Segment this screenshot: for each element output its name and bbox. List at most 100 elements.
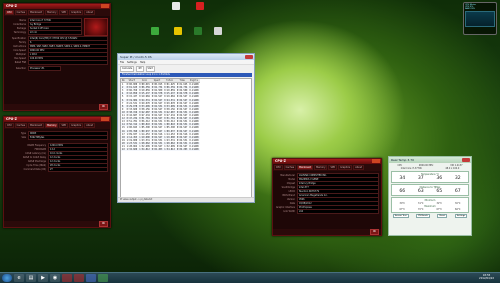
cpuz-mainboard-window[interactable]: CPU-Z CPU Caches Mainboard Memory SPD Gr… [272, 158, 382, 236]
window-footer: OK [4, 104, 110, 110]
ok-button[interactable]: OK [369, 229, 379, 235]
calculate-button[interactable]: Calculate [120, 66, 135, 72]
core-2-temp: 36 [436, 176, 443, 181]
tab-caches[interactable]: Caches [283, 165, 297, 170]
folder-icon[interactable]: ▤ [26, 274, 36, 282]
cpu-meter-gadget[interactable]: CPU Meter CPU 3% RAM 23% [463, 2, 497, 35]
column-header[interactable]: Digits [188, 79, 200, 84]
tab-cpu[interactable]: CPU [5, 10, 14, 15]
close-icon[interactable] [245, 55, 253, 59]
tab-about[interactable]: About [84, 10, 96, 15]
cpu-info-panel: Name Intel Core i7 3770K Code Name Ivy Bri… [4, 16, 110, 72]
core-1-temp: 37 [417, 176, 424, 181]
minmax-group: Minimum 30°C 31°C 32°C 30°C Maximum 67°C… [391, 197, 469, 213]
close-icon[interactable] [372, 159, 380, 163]
cpuz-taskbar-icon[interactable] [62, 274, 72, 282]
menu-file[interactable]: File [120, 61, 124, 64]
tab-graphics[interactable]: Graphics [338, 165, 353, 170]
tab-bar: CPU Caches Mainboard Memory SPD Graphics… [273, 164, 381, 171]
window-titlebar[interactable]: Super PI / mod1.5 XS [118, 54, 254, 60]
tab-cpu[interactable]: CPU [5, 123, 14, 128]
tab-spd[interactable]: SPD [59, 123, 69, 128]
app-icon [174, 27, 182, 35]
chrome-icon[interactable]: ◉ [50, 274, 60, 282]
xs-bench-button[interactable]: XS Bench [416, 214, 430, 218]
tab-about[interactable]: About [353, 165, 365, 170]
desktop-icon-6[interactable] [208, 27, 228, 35]
document-icon [172, 2, 180, 10]
taskbar: e ▤ ▶ ◉ 18:55 2012/04/22 [0, 272, 500, 283]
loop-table: No Start Calc Spent Total Time Digits 1 0:00.00… [121, 79, 200, 152]
start-button[interactable]: Start [145, 66, 155, 72]
tab-mainboard[interactable]: Mainboard [28, 123, 45, 128]
table-cell: 1:32.609 [125, 148, 139, 152]
processor-select[interactable]: Processor #1 [28, 65, 61, 71]
window-titlebar[interactable]: CPU-Z [4, 4, 110, 9]
superpi-window[interactable]: Super PI / mod1.5 XS File Settings Help … [117, 53, 255, 203]
window-footer: OK [4, 221, 110, 227]
ok-button[interactable]: OK [98, 221, 108, 227]
ok-button[interactable]: OK [98, 104, 108, 110]
app-icon [214, 27, 222, 35]
core-3-temp: 32 [454, 176, 461, 181]
table-cell: 22 [121, 148, 126, 152]
menu-settings[interactable]: Settings [127, 61, 137, 64]
tab-mainboard[interactable]: Mainboard [28, 10, 45, 15]
ie-icon[interactable]: e [14, 274, 24, 282]
tab-cpu[interactable]: CPU [274, 165, 283, 170]
desktop-icon-5[interactable] [188, 27, 208, 35]
tab-about[interactable]: About [84, 123, 96, 128]
tab-caches[interactable]: Caches [14, 123, 28, 128]
reset-button[interactable]: Reset [437, 214, 448, 218]
cpuz-cpu-window[interactable]: CPU-Z CPU Caches Mainboard Memory SPD Gr… [3, 3, 111, 111]
media-player-icon[interactable]: ▶ [38, 274, 48, 282]
tab-caches[interactable]: Caches [14, 10, 28, 15]
tab-spd[interactable]: SPD [59, 10, 69, 15]
window-titlebar[interactable]: CPU-Z [273, 159, 381, 164]
app-icon [196, 2, 204, 10]
superpi-taskbar-icon[interactable] [86, 274, 96, 282]
core-0-temp: 34 [399, 176, 406, 181]
system-clock[interactable]: 18:55 2012/04/22 [479, 274, 494, 281]
tab-memory[interactable]: Memory [314, 165, 328, 170]
settings-button[interactable]: Settings [454, 214, 468, 218]
table-cell: 1:34.812 [138, 148, 151, 152]
app-icon [151, 27, 159, 35]
distance-group: Distance to TJMax 66 63 65 67 [391, 184, 469, 196]
sensor-test-button[interactable]: Sensor Test [392, 214, 409, 218]
tab-memory[interactable]: Memory [45, 123, 59, 128]
window-titlebar[interactable]: Real Temp 3.70 [389, 157, 471, 163]
digits-select[interactable]: 4M [136, 66, 144, 72]
close-icon[interactable] [101, 117, 109, 121]
menu-help[interactable]: Help [140, 61, 145, 64]
table-cell: 0:02.203 [175, 148, 189, 152]
memory-info-panel: Type DDR3 Size 8192 MBytes DRAM Frequency 1… [4, 129, 110, 173]
realtemp-window[interactable]: Real Temp 3.70 CPU 4800.00 MHz VID 1.413… [388, 156, 472, 236]
desktop-icon-2[interactable] [190, 2, 210, 10]
close-icon[interactable] [462, 158, 470, 162]
rog-logo-icon [84, 18, 108, 36]
realtemp-taskbar-icon[interactable] [98, 274, 108, 282]
tab-graphics[interactable]: Graphics [69, 10, 84, 15]
table-row: 22 1:32.609 1:34.812 0:02.203 1:34.812 0:02.2… [121, 148, 200, 152]
tab-mainboard[interactable]: Mainboard [297, 165, 314, 170]
tab-spd[interactable]: SPD [328, 165, 338, 170]
tab-bar: CPU Caches Mainboard Memory SPD Graphics… [4, 9, 110, 16]
mainboard-info-panel: Manufacturer ASUSTeK COMPUTER INC. Model M… [273, 171, 381, 215]
cpuz-taskbar-icon-2[interactable] [74, 274, 84, 282]
tab-graphics[interactable]: Graphics [69, 123, 84, 128]
tab-memory[interactable]: Memory [45, 10, 59, 15]
desktop-icon-4[interactable] [168, 27, 188, 35]
start-button-icon[interactable] [2, 274, 12, 282]
loop-table-container: No Start Calc Spent Total Time Digits 1 0:00.00… [120, 78, 252, 198]
desktop-icon-1[interactable] [166, 2, 186, 10]
table-cell: 1:34.812 [163, 148, 176, 152]
desktop-icon-3[interactable] [145, 27, 165, 35]
close-icon[interactable] [101, 4, 109, 8]
window-footer: OK [273, 229, 381, 235]
cpuz-memory-window[interactable]: CPU-Z CPU Caches Mainboard Memory SPD Gr… [3, 116, 111, 228]
window-titlebar[interactable]: CPU-Z [4, 117, 110, 122]
cpu-model-row: Intel Core i7-3770K 48.0 x 100.0 [400, 167, 460, 170]
app-icon [194, 27, 202, 35]
temperature-group: Temperature °C 34 37 36 32 [391, 171, 469, 183]
